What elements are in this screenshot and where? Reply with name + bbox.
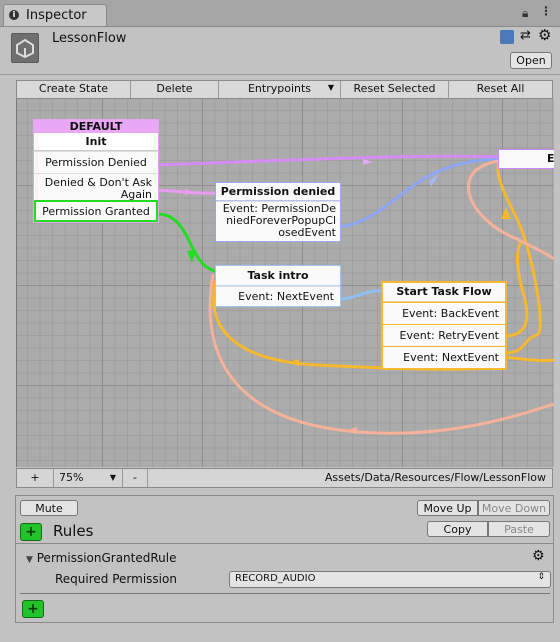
connection-permission-denied <box>156 154 500 167</box>
divider <box>20 593 550 594</box>
tab-menu-icon[interactable]: ⋮ <box>540 4 552 18</box>
rule-foldout[interactable]: ▼ PermissionGrantedRule <box>26 551 177 565</box>
connection-arrow <box>187 250 196 263</box>
node-title: E <box>547 152 554 165</box>
dropdown-arrow-icon: ▼ <box>109 473 116 482</box>
node-title: Init <box>34 133 158 151</box>
entrypoints-dropdown[interactable]: Entrypoints ▼ <box>219 81 341 98</box>
connection-start-task-retry <box>504 240 529 338</box>
settings-gear-icon[interactable]: ⚙ <box>538 26 551 44</box>
zoom-in-button[interactable]: + <box>17 469 54 487</box>
connection-arrow <box>501 207 511 219</box>
entrypoints-label: Entrypoints <box>247 82 312 95</box>
connection-start-task-next <box>504 355 554 363</box>
tab-bar: i Inspector 🔒︎ ⋮ <box>0 0 560 27</box>
node-title: Permission denied <box>216 183 340 201</box>
move-up-button[interactable]: Move Up <box>417 500 478 516</box>
divider <box>0 74 560 75</box>
transition-row[interactable]: Event: NextEvent <box>383 346 505 368</box>
rules-panel: Mute Move Up Move Down + Rules Copy Past… <box>15 495 554 623</box>
asset-path: Assets/Data/Resources/Flow/LessonFlow <box>324 471 546 484</box>
graph-toolbar: Create State Delete Entrypoints ▼ Reset … <box>16 80 553 99</box>
node-title: Task intro <box>216 266 340 286</box>
node-title: Start Task Flow <box>383 283 505 302</box>
divider <box>16 543 553 544</box>
foldout-arrow-icon: ▼ <box>26 555 33 565</box>
node-start-task-flow[interactable]: Start Task Flow Event: BackEvent Event: … <box>381 281 507 370</box>
create-state-button[interactable]: Create State <box>17 81 131 98</box>
copy-button[interactable]: Copy <box>427 521 488 537</box>
asset-title: LessonFlow <box>52 31 127 46</box>
node-permission-denied[interactable]: Permission denied Event: PermissionDenie… <box>215 182 341 242</box>
connection-arrow <box>363 159 373 165</box>
transition-row-selected[interactable]: Permission Granted <box>34 200 158 222</box>
connection-permission-denied-event <box>338 157 500 229</box>
node-clipped[interactable]: E <box>498 149 554 169</box>
permission-select[interactable]: RECORD_AUDIO ⇕ <box>229 571 551 588</box>
zoom-level: 75% <box>59 471 84 484</box>
transition-row[interactable]: Event: NextEvent <box>216 286 340 306</box>
permission-select-value: RECORD_AUDIO <box>235 573 316 584</box>
add-condition-button[interactable]: + <box>22 600 44 618</box>
inspector-tab[interactable]: i Inspector <box>3 4 107 26</box>
connection-task-intro-next <box>338 289 384 301</box>
reset-selected-button[interactable]: Reset Selected <box>341 81 449 98</box>
add-rule-button[interactable]: + <box>20 523 42 541</box>
zoom-dropdown[interactable]: 75% ▼ <box>53 469 123 487</box>
dropdown-arrow-icon: ▼ <box>327 83 334 92</box>
node-init[interactable]: DEFAULT Init Permission Denied Denied & … <box>33 119 159 223</box>
rules-title: Rules <box>53 522 94 540</box>
connection-arrow <box>289 359 299 366</box>
open-button[interactable]: Open <box>510 52 552 69</box>
help-icon[interactable] <box>500 30 514 44</box>
transition-row[interactable]: Denied & Don't Ask Again <box>34 173 158 201</box>
reset-all-button[interactable]: Reset All <box>449 81 552 98</box>
lock-icon[interactable]: 🔒︎ <box>522 6 528 21</box>
asset-icon <box>11 33 39 63</box>
delete-button[interactable]: Delete <box>131 81 219 98</box>
mute-button[interactable]: Mute <box>20 500 78 516</box>
transition-row[interactable]: Permission Denied <box>34 151 158 173</box>
field-label: Required Permission <box>55 572 177 586</box>
rule-settings-gear-icon[interactable]: ⚙ <box>532 548 545 564</box>
info-icon: i <box>9 10 19 20</box>
move-down-button[interactable]: Move Down <box>478 500 550 516</box>
graph-statusbar: + 75% ▼ - Assets/Data/Resources/Flow/Les… <box>16 468 553 488</box>
select-arrows-icon: ⇕ <box>537 572 545 582</box>
connection-permission-granted <box>156 212 216 273</box>
rule-name: PermissionGrantedRule <box>36 551 177 565</box>
transition-row[interactable]: Event: RetryEvent <box>383 324 505 346</box>
graph-canvas[interactable]: DEFAULT Init Permission Denied Denied & … <box>16 99 554 467</box>
preset-icon[interactable]: ⇄ <box>520 28 531 43</box>
tab-label: Inspector <box>26 8 87 23</box>
node-task-intro[interactable]: Task intro Event: NextEvent <box>215 265 341 307</box>
node-default-badge: DEFAULT <box>34 120 158 133</box>
transition-row[interactable]: Event: PermissionDeniedForeverPopupClose… <box>216 201 340 241</box>
zoom-out-button[interactable]: - <box>123 469 148 487</box>
paste-button[interactable]: Paste <box>488 521 550 537</box>
transition-row[interactable]: Event: BackEvent <box>383 302 505 324</box>
